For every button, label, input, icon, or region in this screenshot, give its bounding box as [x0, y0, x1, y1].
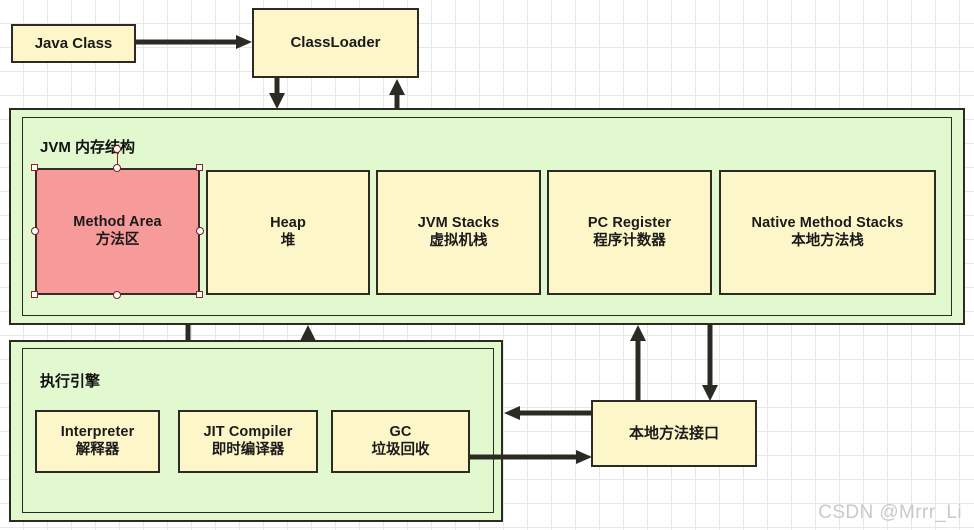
arrow-native-interface-to-engine — [503, 406, 593, 420]
node-native-method-interface[interactable]: 本地方法接口 — [591, 400, 757, 467]
heap-label-en: Heap — [270, 215, 306, 232]
selection-handle-bottom-center[interactable] — [113, 291, 121, 299]
interpreter-label-cn: 解释器 — [75, 441, 120, 458]
arrow-classloader-to-memory — [266, 78, 288, 110]
engine-component-gc[interactable]: GC 垃圾回收 — [331, 410, 470, 473]
arrow-javaclass-to-classloader — [136, 35, 254, 49]
jvm-stacks-label-en: JVM Stacks — [417, 215, 500, 232]
native-method-stacks-label-en: Native Method Stacks — [751, 215, 904, 232]
jvm-stacks-label-cn: 虚拟机栈 — [429, 232, 488, 249]
selection-handle-middle-left[interactable] — [31, 227, 39, 235]
execution-engine-group-title: 执行引擎 — [40, 373, 101, 390]
node-java-class[interactable]: Java Class — [11, 24, 136, 63]
region-method-area[interactable]: Method Area 方法区 — [35, 168, 200, 295]
jit-compiler-label-cn: 即时编译器 — [211, 441, 285, 458]
selection-handle-middle-right[interactable] — [196, 227, 204, 235]
engine-component-jit-compiler[interactable]: JIT Compiler 即时编译器 — [178, 410, 318, 473]
arrow-memory-to-classloader — [386, 78, 408, 110]
class-loader-label: ClassLoader — [290, 34, 381, 52]
region-pc-register[interactable]: PC Register 程序计数器 — [547, 170, 712, 295]
selection-handle-bottom-left[interactable] — [31, 291, 38, 298]
node-class-loader[interactable]: ClassLoader — [252, 8, 419, 78]
region-heap[interactable]: Heap 堆 — [206, 170, 370, 295]
jit-compiler-label-en: JIT Compiler — [203, 424, 293, 441]
diagram-canvas: Java Class ClassLoader JVM 内存结构 Method A… — [0, 0, 974, 530]
region-jvm-stacks[interactable]: JVM Stacks 虚拟机栈 — [376, 170, 541, 295]
selection-handle-rotate[interactable] — [113, 145, 121, 153]
gc-label-en: GC — [389, 424, 412, 441]
arrow-native-interface-to-memory — [627, 324, 649, 402]
method-area-label-en: Method Area — [73, 214, 162, 231]
native-method-stacks-label-cn: 本地方法栈 — [791, 232, 864, 249]
selection-handle-top-left[interactable] — [31, 164, 38, 171]
selection-handle-top-right[interactable] — [196, 164, 203, 171]
arrow-engine-to-native-interface — [470, 450, 593, 464]
arrow-memory-to-native-interface — [699, 324, 721, 402]
region-native-method-stacks[interactable]: Native Method Stacks 本地方法栈 — [719, 170, 936, 295]
engine-component-interpreter[interactable]: Interpreter 解释器 — [35, 410, 160, 473]
pc-register-label-cn: 程序计数器 — [593, 232, 666, 249]
interpreter-label-en: Interpreter — [60, 424, 135, 441]
selection-handle-bottom-right[interactable] — [196, 291, 203, 298]
pc-register-label-en: PC Register — [587, 215, 672, 232]
method-area-label-cn: 方法区 — [95, 231, 140, 248]
java-class-label: Java Class — [34, 34, 113, 52]
selection-handle-top-center[interactable] — [113, 164, 121, 172]
heap-label-cn: 堆 — [280, 232, 296, 249]
jvm-memory-group-title: JVM 内存结构 — [40, 139, 136, 156]
watermark: CSDN @Mrrr_Li — [818, 502, 962, 523]
gc-label-cn: 垃圾回收 — [371, 441, 430, 458]
native-method-interface-label: 本地方法接口 — [628, 424, 719, 442]
